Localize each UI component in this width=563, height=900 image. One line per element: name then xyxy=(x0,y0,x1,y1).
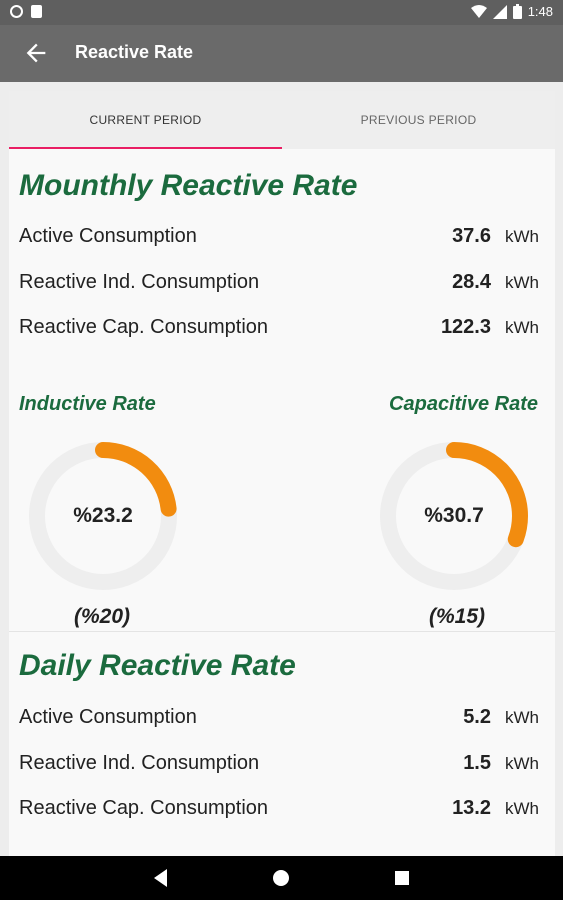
capacitive-gauge: %30.7 xyxy=(378,440,530,592)
row-label: Reactive Cap. Consumption xyxy=(19,316,269,338)
battery-icon xyxy=(512,4,522,19)
capacitive-limit: (%15) xyxy=(429,605,486,628)
section-divider xyxy=(9,631,555,632)
row-unit: kWh xyxy=(505,273,539,292)
app-toolbar: Reactive Rate xyxy=(0,25,563,82)
inductive-limit: (%20) xyxy=(74,605,131,628)
row-value: 28.4 xyxy=(452,271,491,293)
capacitive-rate-value: %30.7 xyxy=(424,504,484,527)
row-label: Active Consumption xyxy=(19,225,197,247)
system-nav-bar xyxy=(0,856,563,900)
row-value: 5.2 xyxy=(463,706,491,728)
row-label: Reactive Ind. Consumption xyxy=(19,752,260,774)
row-value: 122.3 xyxy=(440,316,491,338)
signal-icon xyxy=(492,4,507,19)
arrow-left-icon[interactable] xyxy=(22,39,50,67)
daily-row-reactive-ind: Reactive Ind. Consumption 1.5 kWh xyxy=(19,750,539,780)
daily-row-active: Active Consumption 5.2 kWh xyxy=(19,704,539,734)
circle-home-icon[interactable] xyxy=(273,870,289,886)
triangle-back-icon[interactable] xyxy=(154,869,167,887)
row-value: 13.2 xyxy=(452,797,491,819)
daily-row-reactive-cap: Reactive Cap. Consumption 13.2 kWh xyxy=(19,795,539,825)
notification-icon xyxy=(10,5,23,18)
row-unit: kWh xyxy=(505,708,539,727)
tab-bar: CURRENT PERIOD PREVIOUS PERIOD xyxy=(9,91,555,149)
tab-previous-period[interactable]: PREVIOUS PERIOD xyxy=(282,91,555,149)
monthly-title: Mounthly Reactive Rate xyxy=(19,169,358,202)
monthly-row-active: Active Consumption 37.6 kWh xyxy=(19,223,539,253)
capacitive-rate-label: Capacitive Rate xyxy=(389,393,538,415)
inductive-rate-value: %23.2 xyxy=(73,504,133,527)
tab-indicator xyxy=(9,147,282,149)
square-recent-icon[interactable] xyxy=(395,871,409,885)
row-unit: kWh xyxy=(505,227,539,246)
row-unit: kWh xyxy=(505,799,539,818)
row-unit: kWh xyxy=(505,318,539,337)
sd-card-icon xyxy=(31,5,42,18)
tab-current-period[interactable]: CURRENT PERIOD xyxy=(9,91,282,149)
content-card: CURRENT PERIOD PREVIOUS PERIOD Mounthly … xyxy=(9,91,555,856)
row-label: Reactive Cap. Consumption xyxy=(19,797,269,819)
clock: 1:48 xyxy=(527,4,553,19)
row-value: 1.5 xyxy=(463,752,491,774)
daily-title: Daily Reactive Rate xyxy=(19,649,296,682)
row-label: Active Consumption xyxy=(19,706,197,728)
wifi-icon xyxy=(470,4,487,18)
row-unit: kWh xyxy=(505,754,539,773)
inductive-gauge: %23.2 xyxy=(27,440,179,592)
monthly-row-reactive-cap: Reactive Cap. Consumption 122.3 kWh xyxy=(19,314,539,344)
monthly-row-reactive-ind: Reactive Ind. Consumption 28.4 kWh xyxy=(19,269,539,299)
row-label: Reactive Ind. Consumption xyxy=(19,271,260,293)
inductive-rate-label: Inductive Rate xyxy=(19,393,156,415)
row-value: 37.6 xyxy=(452,225,491,247)
status-bar: 1:48 xyxy=(0,0,563,25)
page-title: Reactive Rate xyxy=(75,42,194,62)
